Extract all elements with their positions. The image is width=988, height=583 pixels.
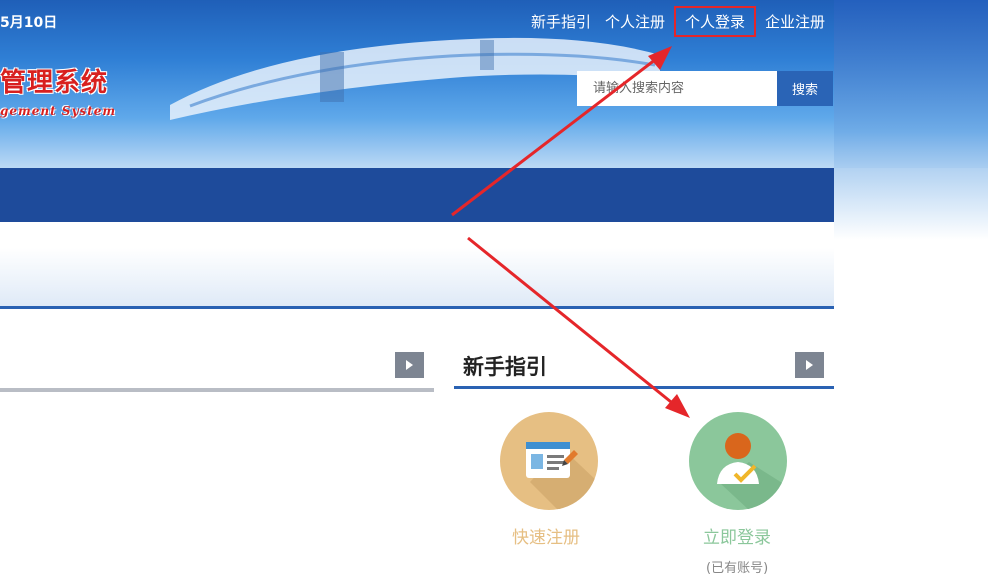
top-nav: 新手指引 个人注册 个人登录 企业注册 xyxy=(528,6,836,37)
guide-header-line xyxy=(454,386,834,389)
registration-card-icon xyxy=(526,442,598,510)
quick-register-button[interactable] xyxy=(500,412,598,510)
logo-title: 管理系统 xyxy=(0,68,109,98)
main-nav-bar xyxy=(0,168,834,222)
annotation-arrowhead-down xyxy=(665,394,690,418)
login-note-text: (已有账号) xyxy=(706,561,769,576)
guide-more-button[interactable] xyxy=(795,352,824,378)
nav-guide-link[interactable]: 新手指引 xyxy=(528,8,594,35)
left-panel-more-button[interactable] xyxy=(395,352,424,378)
user-check-icon xyxy=(717,433,787,510)
logo-subtitle: gement System xyxy=(0,104,117,118)
guide-title: 新手指引 xyxy=(463,355,547,379)
sub-banner xyxy=(0,248,834,309)
nav-personal-login-link[interactable]: 个人登录 xyxy=(674,6,757,37)
search-input[interactable] xyxy=(577,71,777,106)
nav-personal-register-link[interactable]: 个人注册 xyxy=(602,8,668,35)
left-panel-header-line xyxy=(0,388,434,392)
quick-register-label[interactable]: 快速注册 xyxy=(512,523,580,548)
login-now-label[interactable]: 立即登录 xyxy=(703,523,771,548)
nav-company-register-link[interactable]: 企业注册 xyxy=(762,8,828,35)
login-now-button[interactable] xyxy=(689,412,787,510)
date-text: 5月10日 xyxy=(0,15,58,31)
search-box: 搜索 xyxy=(577,71,833,106)
header-fade xyxy=(834,0,988,240)
search-button[interactable]: 搜索 xyxy=(777,71,833,106)
